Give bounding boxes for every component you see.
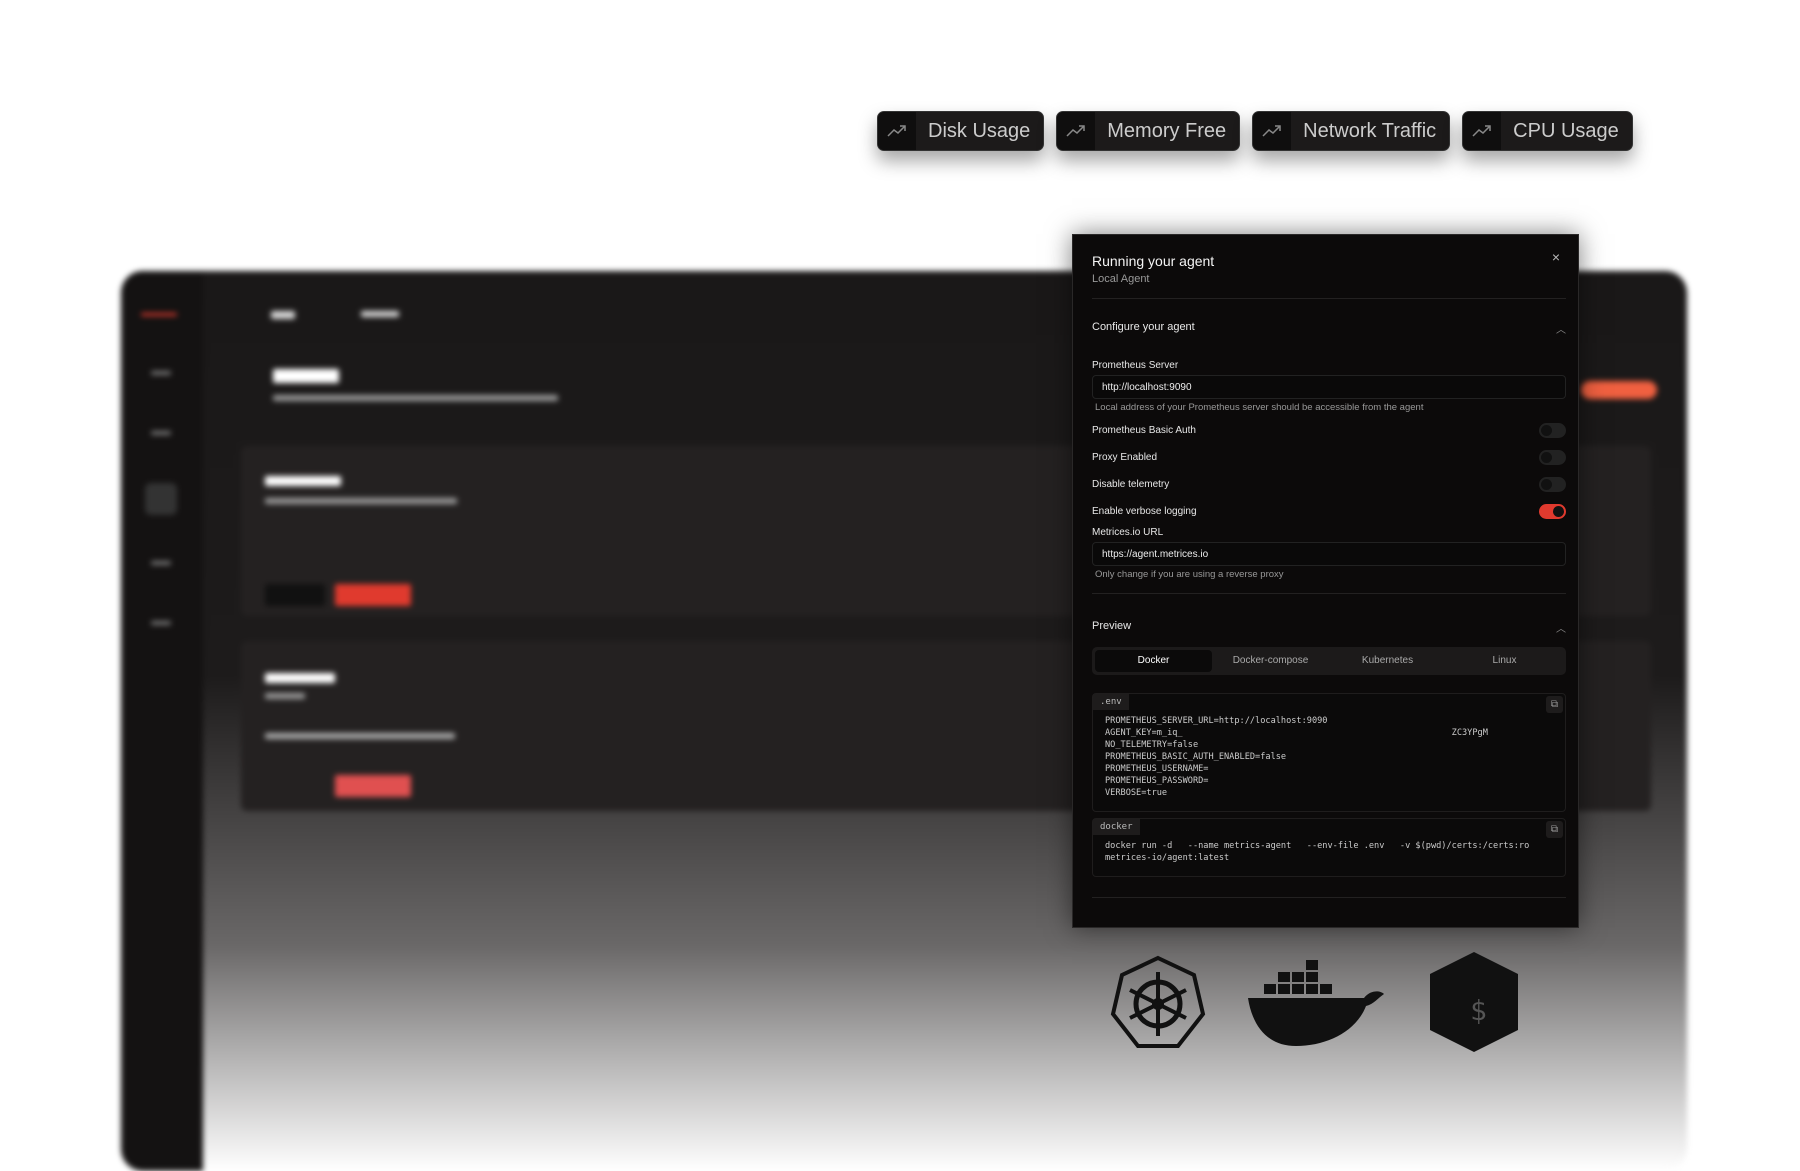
metric-chips: Disk Usage Memory Free Network Traffic C… — [877, 111, 1633, 151]
modal-title: Running your agent — [1092, 253, 1215, 269]
divider — [1092, 593, 1566, 594]
svg-text:$: $ — [1470, 994, 1487, 1027]
metrices-url-input[interactable] — [1092, 542, 1566, 566]
toggle-row-proxy: Proxy Enabled — [1092, 444, 1566, 471]
trending-up-icon — [1463, 112, 1502, 150]
prometheus-server-input[interactable] — [1092, 375, 1566, 399]
divider — [1092, 298, 1566, 299]
chip-memory-free[interactable]: Memory Free — [1056, 111, 1241, 151]
trending-up-icon — [1253, 112, 1292, 150]
docker-tag: docker — [1093, 819, 1140, 835]
prometheus-server-help: Local address of your Prometheus server … — [1095, 402, 1424, 413]
tab-linux[interactable]: Linux — [1446, 650, 1563, 672]
divider — [1092, 897, 1566, 898]
basic-auth-toggle[interactable] — [1539, 423, 1566, 438]
toggle-row-basic-auth: Prometheus Basic Auth — [1092, 417, 1566, 444]
platform-logos: $ — [1110, 950, 1522, 1054]
prometheus-server-label: Prometheus Server — [1092, 360, 1179, 371]
docker-code-block: docker ⧉ docker run -d --name metrics-ag… — [1092, 818, 1566, 877]
verbose-logging-toggle[interactable] — [1539, 504, 1566, 519]
chip-network-traffic[interactable]: Network Traffic — [1252, 111, 1451, 151]
sidebar — [121, 271, 203, 1171]
chevron-up-icon: ︿ — [1556, 624, 1566, 635]
trending-up-icon — [878, 112, 916, 150]
url-label: Metrices.io URL — [1092, 527, 1164, 538]
trending-up-icon — [1057, 112, 1096, 150]
tab-docker[interactable]: Docker — [1095, 650, 1212, 672]
env-code-block: .env ⧉ PROMETHEUS_SERVER_URL=http://loca… — [1092, 693, 1566, 812]
preview-section-header[interactable]: Preview ︿ — [1092, 620, 1566, 635]
env-code: PROMETHEUS_SERVER_URL=http://localhost:9… — [1105, 716, 1488, 798]
docker-logo-icon — [1248, 960, 1384, 1046]
chevron-up-icon: ︿ — [1556, 325, 1566, 336]
running-agent-modal: Running your agent Local Agent × Configu… — [1072, 234, 1579, 928]
bash-logo-icon: $ — [1430, 952, 1518, 1052]
toggle-row-telemetry: Disable telemetry — [1092, 471, 1566, 498]
tab-kubernetes[interactable]: Kubernetes — [1329, 650, 1446, 672]
chip-disk-usage[interactable]: Disk Usage — [877, 111, 1045, 151]
copy-icon[interactable]: ⧉ — [1546, 821, 1563, 838]
docker-code: docker run -d --name metrics-agent --env… — [1105, 841, 1530, 863]
toggle-row-verbose: Enable verbose logging — [1092, 498, 1566, 525]
tab-docker-compose[interactable]: Docker-compose — [1212, 650, 1329, 672]
kubernetes-logo-icon — [1110, 955, 1206, 1048]
preview-tabs: Docker Docker-compose Kubernetes Linux — [1092, 647, 1566, 675]
proxy-toggle[interactable] — [1539, 450, 1566, 465]
url-help: Only change if you are using a reverse p… — [1095, 569, 1284, 580]
configure-section-header[interactable]: Configure your agent ︿ — [1092, 321, 1566, 336]
chip-cpu-usage[interactable]: CPU Usage — [1462, 111, 1633, 151]
close-icon[interactable]: × — [1552, 249, 1560, 265]
telemetry-toggle[interactable] — [1539, 477, 1566, 492]
copy-icon[interactable]: ⧉ — [1546, 696, 1563, 713]
env-tag: .env — [1093, 694, 1129, 710]
modal-subtitle: Local Agent — [1092, 273, 1150, 285]
